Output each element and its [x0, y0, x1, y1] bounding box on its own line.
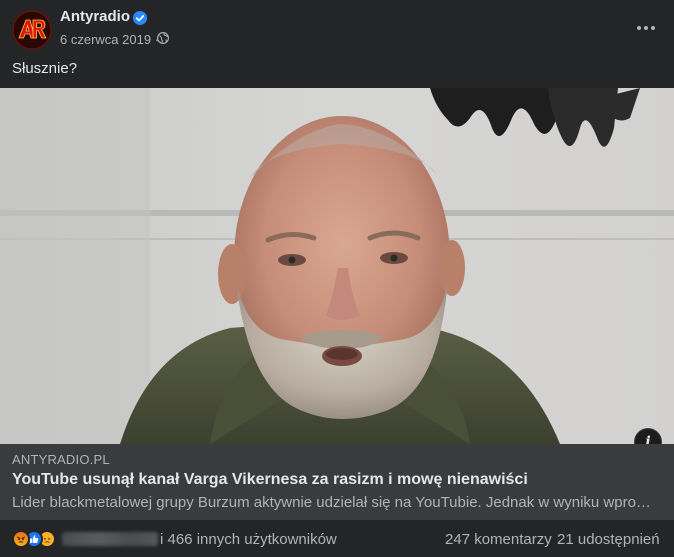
link-title[interactable]: YouTube usunął kanał Varga Vikernesa za … — [12, 471, 528, 489]
more-options-button[interactable] — [632, 14, 660, 42]
verified-badge-icon — [133, 11, 147, 25]
link-description: Lider blackmetalowej grupy Burzum aktywn… — [12, 494, 651, 511]
shares-count[interactable]: 21 udostępnień — [557, 531, 660, 548]
globe-icon — [157, 32, 169, 44]
page-avatar[interactable] — [12, 10, 52, 50]
post-header: Antyradio 6 czerwca 2019 · — [0, 0, 674, 52]
dot — [637, 26, 641, 30]
link-card-meta[interactable]: ANTYRADIO.PL YouTube usunął kanał Varga … — [0, 444, 674, 520]
antyradio-logo — [15, 13, 49, 47]
comments-count[interactable]: 247 komentarzy — [445, 531, 552, 548]
dot — [651, 26, 655, 30]
link-preview-image[interactable] — [0, 88, 674, 444]
page-name[interactable]: Antyradio — [60, 8, 130, 25]
reactions-bar: i 466 innych użytkowników 247 komentarzy… — [0, 520, 674, 557]
dot — [644, 26, 648, 30]
angry-icon — [12, 530, 30, 548]
link-preview-card[interactable]: i ANTYRADIO.PL YouTube usunął kanał Varg… — [0, 88, 674, 520]
post-date-text[interactable]: 6 czerwca 2019 — [60, 32, 151, 47]
blurred-reactor-names — [62, 532, 158, 546]
post-timestamp[interactable]: 6 czerwca 2019 · — [60, 32, 159, 47]
reactors-count[interactable]: i 466 innych użytkowników — [160, 531, 337, 548]
link-domain: ANTYRADIO.PL — [12, 452, 110, 467]
post-text: Słusznie? — [12, 60, 78, 77]
